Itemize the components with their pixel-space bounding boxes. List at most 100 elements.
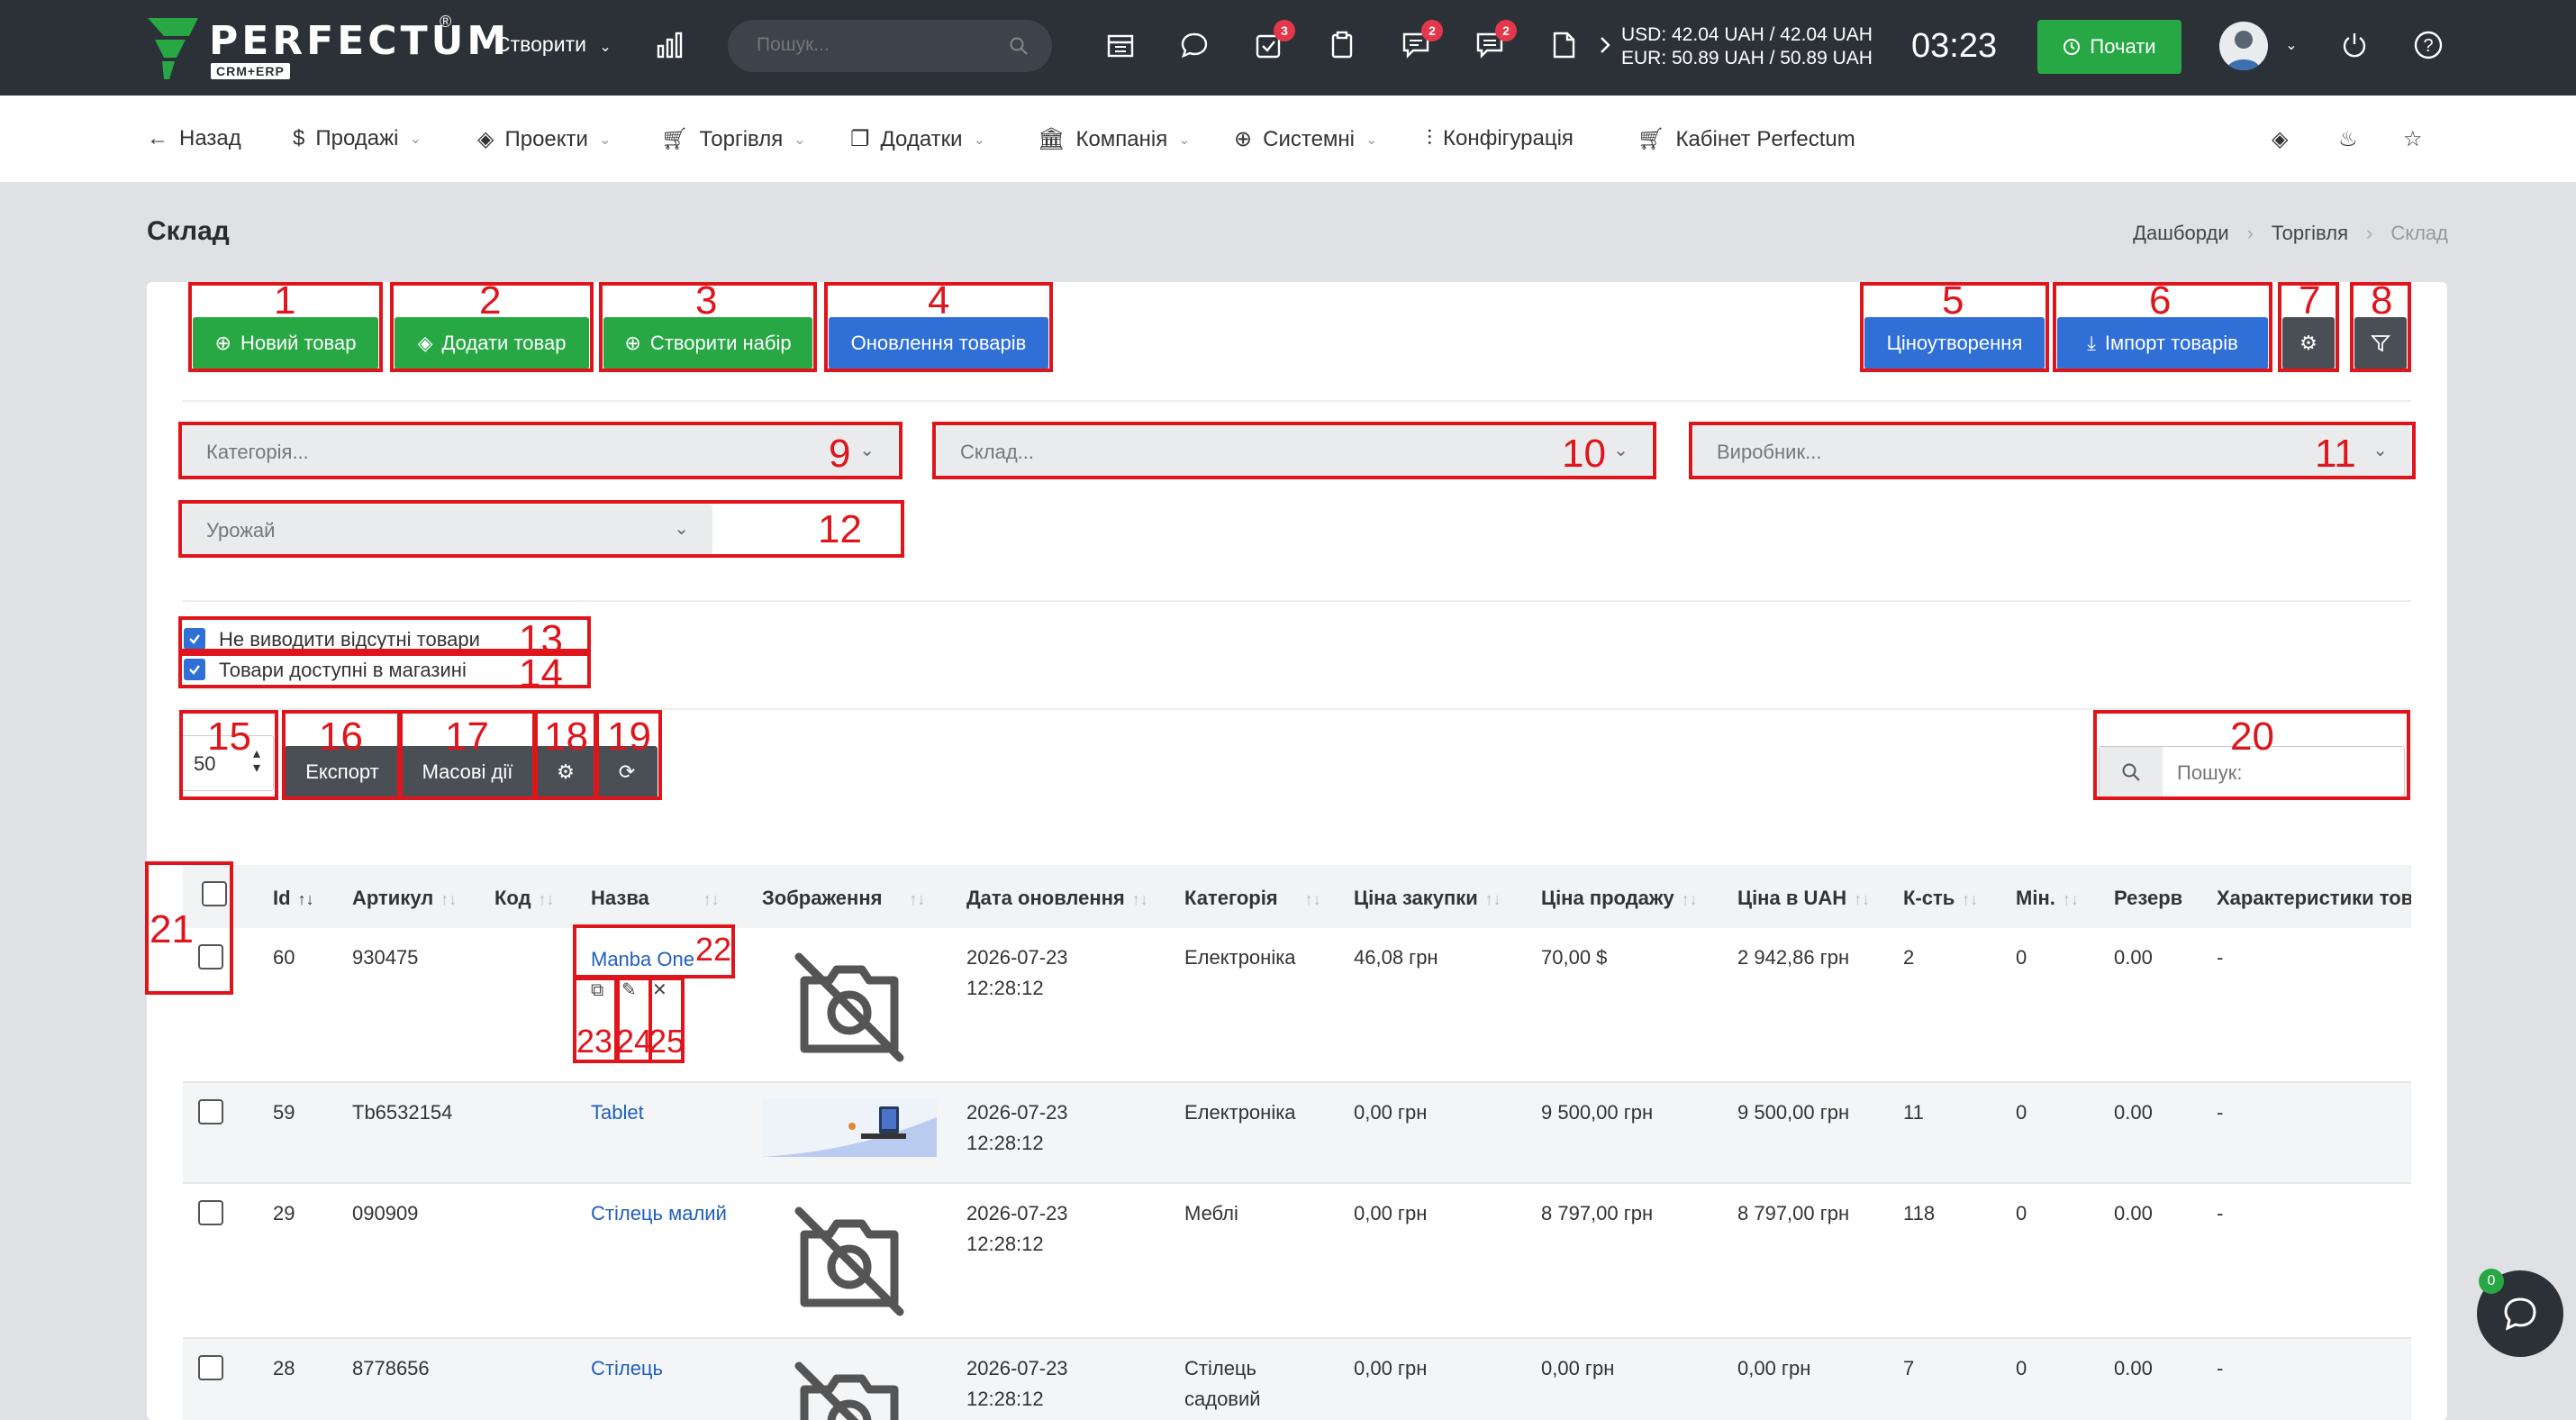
- product-thumbnail[interactable]: [762, 1099, 937, 1157]
- user-menu-chevron-icon[interactable]: ⌄: [2273, 27, 2309, 63]
- calendar-icon[interactable]: [1102, 27, 1138, 63]
- start-work-button[interactable]: Почати: [2037, 20, 2181, 74]
- row-checkbox[interactable]: [198, 1099, 223, 1124]
- table-row: 28 8778656 Стілець 2026-07-23 12:28:12 С…: [183, 1339, 2411, 1420]
- column-header[interactable]: Артикул ↑↓: [352, 887, 457, 910]
- product-name-link[interactable]: Стілець малий: [591, 1198, 727, 1229]
- back-link[interactable]: ← Назад: [147, 126, 241, 151]
- stats-chart-icon[interactable]: [652, 27, 688, 63]
- star-icon[interactable]: ☆: [2403, 126, 2423, 152]
- row-checkbox[interactable]: [198, 1200, 223, 1225]
- breadcrumb-trade[interactable]: Торгівля: [2272, 222, 2348, 245]
- column-header[interactable]: Зображення ↑↓: [762, 887, 925, 910]
- layers-icon: ◈: [477, 127, 494, 151]
- menu-label: Додатки: [880, 126, 963, 151]
- annotation-number: 9: [829, 432, 851, 476]
- menu-configuration[interactable]: ⫶ Конфігурація: [1427, 126, 1574, 151]
- annotation-number: 17: [445, 715, 489, 759]
- chevron-down-icon: ⌄: [1178, 132, 1191, 148]
- logo-text: PERFECTUM: [209, 18, 511, 64]
- product-name-link[interactable]: Стілець: [591, 1353, 663, 1384]
- column-label: Ціна в UAH: [1737, 887, 1847, 909]
- cell-min: 0: [2016, 1357, 2027, 1379]
- tasks-badge: 3: [1274, 20, 1295, 41]
- clock-icon: [2064, 39, 2081, 55]
- global-search[interactable]: [728, 20, 1052, 72]
- cell-min: 0: [2016, 1101, 2027, 1124]
- cell-time: 12:28:12: [966, 1132, 1044, 1154]
- global-search-input[interactable]: [757, 34, 991, 56]
- menu-trade[interactable]: 🛒︎ Торгівля ⌄: [661, 126, 806, 152]
- messages-icon[interactable]: 2: [1398, 20, 1443, 63]
- sort-icon: ↑↓: [703, 890, 720, 908]
- power-icon[interactable]: [2336, 27, 2372, 63]
- cell-sku: 930475: [352, 946, 419, 969]
- breadcrumb-separator: ›: [2366, 222, 2373, 244]
- menu-system[interactable]: ⊕ Системні ⌄: [1234, 126, 1377, 152]
- menu-perfectum-cabinet[interactable]: 🛒︎ Кабінет Perfectum: [1637, 126, 1855, 152]
- notes-icon[interactable]: 2: [1472, 20, 1517, 63]
- top-navbar: PERFECTUM ® CRM+ERP Створити ⌄ 3 2 2: [0, 0, 2576, 96]
- product-name-link[interactable]: Tablet: [591, 1097, 644, 1128]
- cell-sell-price: 8 797,00 грн: [1541, 1202, 1654, 1224]
- clipboard-icon[interactable]: [1324, 27, 1360, 63]
- cell-category: Електроніка: [1184, 1101, 1296, 1124]
- annotation-number: 18: [544, 715, 588, 759]
- help-icon[interactable]: ?: [2410, 27, 2446, 63]
- menu-label: Проекти: [504, 126, 588, 151]
- annotation-number: 8: [2371, 278, 2393, 323]
- user-avatar[interactable]: [2219, 22, 2268, 70]
- cell-sell-price: 0,00 грн: [1541, 1357, 1615, 1379]
- annotation-box: [178, 422, 903, 479]
- cell-reserve: 0.00: [2114, 946, 2153, 969]
- cell-category: Стілець: [1184, 1357, 1256, 1379]
- column-header[interactable]: Резерв: [2114, 887, 2182, 910]
- column-label: Дата оновлення: [966, 887, 1125, 909]
- tasks-icon[interactable]: 3: [1250, 20, 1295, 63]
- cell-characteristics: -: [2217, 1202, 2224, 1224]
- layers-shortcut-icon[interactable]: ◈: [2272, 126, 2288, 152]
- menu-company[interactable]: 🏛︎ Компанія ⌄: [1038, 126, 1191, 152]
- cell-buy-price: 0,00 грн: [1354, 1101, 1428, 1124]
- menu-sales[interactable]: $ Продажі ⌄: [293, 126, 422, 151]
- column-header[interactable]: Мін. ↑↓: [2016, 887, 2079, 910]
- cell-uah-price: 2 942,86 грн: [1737, 946, 1850, 969]
- copy-icon: ❐: [850, 127, 870, 151]
- column-header[interactable]: Назва ↑↓: [591, 887, 720, 910]
- column-header[interactable]: Код ↑↓: [494, 887, 555, 910]
- column-header[interactable]: К-сть ↑↓: [1903, 887, 1978, 910]
- cell-id: 60: [273, 946, 295, 969]
- row-checkbox[interactable]: [198, 1355, 223, 1380]
- start-label: Почати: [2090, 35, 2156, 58]
- column-header[interactable]: Ціна в UAH ↑↓: [1737, 887, 1870, 910]
- column-header[interactable]: Id ↑↓: [273, 887, 314, 910]
- menu-projects[interactable]: ◈ Проекти ⌄: [477, 126, 611, 152]
- annotation-number: 20: [2230, 715, 2274, 759]
- create-dropdown[interactable]: Створити ⌄: [495, 32, 612, 57]
- chevron-right-icon[interactable]: [1587, 27, 1623, 63]
- annotation-box: [932, 422, 1656, 479]
- sort-icon: ↑↓: [1854, 890, 1871, 908]
- cell-time: 12:28:12: [966, 1233, 1044, 1255]
- column-header[interactable]: Характеристики тов: [2217, 887, 2411, 910]
- column-header[interactable]: Ціна продажу ↑↓: [1541, 887, 1698, 910]
- column-header[interactable]: Дата оновлення ↑↓: [966, 887, 1148, 910]
- column-header[interactable]: Ціна закупки ↑↓: [1354, 887, 1501, 910]
- cell-characteristics: -: [2217, 946, 2224, 969]
- usd-rate: USD: 42.04 UAH / 42.04 UAH: [1621, 24, 1873, 45]
- sort-icon: ↑↓: [440, 890, 458, 908]
- fire-icon[interactable]: ♨: [2338, 126, 2358, 152]
- annotation-number: 19: [607, 715, 651, 759]
- cell-time: 12:28:12: [966, 1388, 1044, 1410]
- annotation-box: [1689, 422, 2416, 479]
- cell-category: Електроніка: [1184, 946, 1296, 969]
- annotation-number: 24: [616, 1023, 653, 1060]
- chat-icon[interactable]: [1176, 27, 1212, 63]
- chevron-down-icon: ⌄: [598, 132, 612, 148]
- document-icon[interactable]: [1546, 27, 1582, 63]
- menu-addons[interactable]: ❐ Додатки ⌄: [850, 126, 985, 152]
- breadcrumb-dashboards[interactable]: Дашборди: [2133, 222, 2228, 245]
- column-header[interactable]: Категорія ↑↓: [1184, 887, 1321, 910]
- eur-rate: EUR: 50.89 UAH / 50.89 UAH: [1621, 48, 1873, 68]
- perfectum-logo[interactable]: PERFECTUM ® CRM+ERP: [146, 13, 506, 81]
